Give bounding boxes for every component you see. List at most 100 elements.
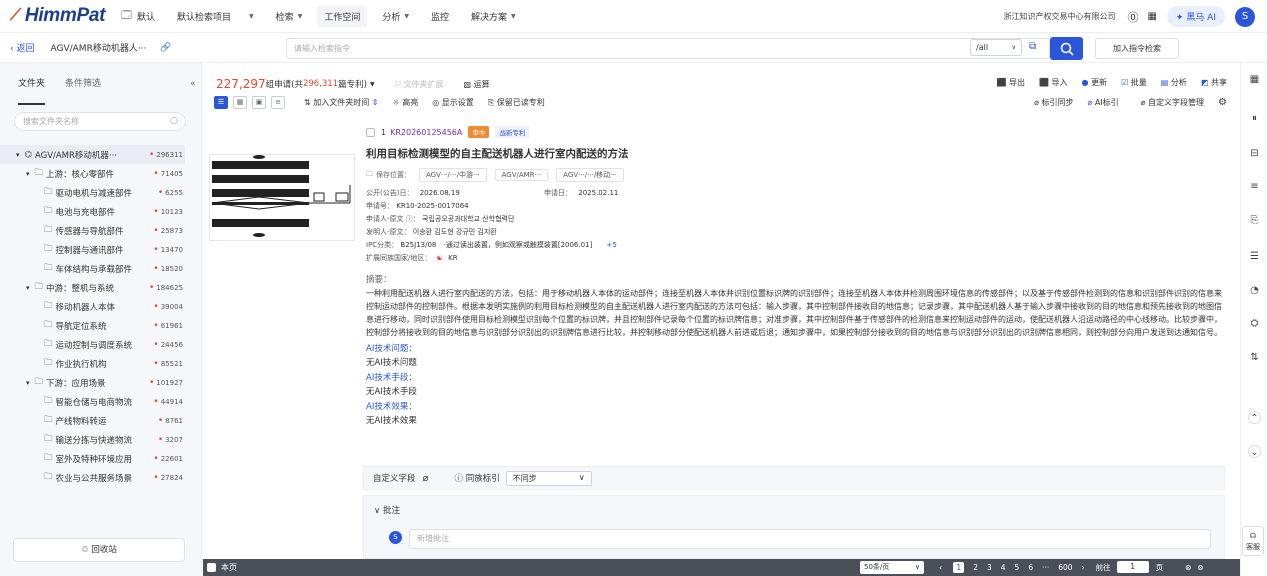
scope-select[interactable]: /all ∨ — [970, 39, 1022, 56]
keep-read-button[interactable]: ⎘ 保留已读专利 — [488, 97, 545, 108]
expand-caret-icon[interactable]: ▾ — [16, 151, 20, 159]
expand-caret-icon[interactable]: ▾ — [26, 170, 30, 178]
folder-node[interactable]: 🗀室外及特种环境应用 22601 — [0, 449, 201, 468]
page-2[interactable]: 2 — [973, 563, 978, 572]
tab-folders[interactable]: 文件夹 — [18, 63, 46, 105]
folder-node[interactable]: 🗀智能仓储与电商物流 44914 — [0, 392, 201, 411]
page-600[interactable]: 600 — [1058, 563, 1072, 572]
folder-node[interactable]: 🗀农业与公共服务场景 27824 — [0, 468, 201, 487]
help-icon[interactable]: ⓪ — [1127, 9, 1138, 25]
folder-node[interactable]: ▾ 🗀上游：核心零部件 71405 — [0, 164, 201, 183]
folder-node[interactable]: 🗀控制器与通讯部件 13470 — [0, 240, 201, 259]
edit-link-icon[interactable]: 🔗 — [160, 43, 171, 53]
scroll-top-icon[interactable]: ⊗ — [1185, 563, 1191, 572]
nav-search[interactable]: 检索 ▼ — [276, 10, 303, 23]
expand-caret-icon[interactable]: ▾ — [26, 379, 30, 387]
ipc-more-link[interactable]: +5 — [606, 241, 616, 249]
calc-button[interactable]: ▧ 运算 — [464, 79, 490, 90]
scroll-bottom-icon[interactable]: ⊗ — [1197, 563, 1203, 572]
lines-icon[interactable]: ☰ — [1248, 250, 1261, 263]
compact-view-button[interactable]: ≡ — [271, 96, 285, 109]
folder-node[interactable]: 🗀运动控制与调度系统 24456 — [0, 335, 201, 354]
sort-add-time[interactable]: ⇅ 加入文件夹时间 ⇕ — [304, 97, 379, 108]
nav-project[interactable]: 默认检索项目 ▼ — [177, 10, 254, 23]
list-icon[interactable]: ≡ — [1248, 180, 1261, 193]
recycle-bin-button[interactable]: ♲ 回收站 — [13, 538, 185, 562]
sync-select[interactable]: 不同步 ∨ — [505, 470, 592, 486]
scroll-down-icon[interactable]: ⌄ — [1248, 445, 1261, 458]
tab-filters[interactable]: 条件筛选 — [65, 63, 101, 105]
page-5[interactable]: 5 — [1015, 563, 1020, 572]
page-6[interactable]: 6 — [1028, 563, 1033, 572]
scroll-up-icon[interactable]: ⌃ — [1248, 411, 1261, 424]
nav-solutions[interactable]: 解决方案 ▼ — [471, 10, 516, 23]
export-button[interactable]: ⬛ 导出 — [997, 77, 1026, 88]
page-4[interactable]: 4 — [1001, 563, 1006, 572]
goto-page-input[interactable]: 1 — [1116, 561, 1149, 573]
tag-edit-icon[interactable]: ⌀ — [423, 473, 429, 484]
robot-icon[interactable]: ⛭ — [1248, 317, 1261, 330]
user-avatar[interactable]: S — [1235, 6, 1255, 27]
tag-sync-button[interactable]: ⌀ 标引同步 — [1034, 97, 1073, 108]
page-3[interactable]: 3 — [987, 563, 992, 572]
sort-icon[interactable]: ⇅ — [1248, 351, 1261, 364]
ai-assistant-button[interactable]: ✦ 黑马 AI — [1166, 6, 1225, 27]
save-location-2[interactable]: AGV/AMR··· — [494, 169, 549, 181]
nav-analysis[interactable]: 分析 ▼ — [382, 10, 409, 23]
grid-view-button[interactable]: ▦ — [233, 96, 247, 109]
folder-node[interactable]: 🗀输送分拣与快递物流 3207 — [0, 430, 201, 449]
apps-grid-icon[interactable]: ▦ — [1147, 11, 1156, 22]
prev-page-icon[interactable]: ‹ — [939, 563, 942, 572]
folder-expand-button[interactable]: ⤧ 文件夹扩展 — [395, 79, 444, 90]
per-page-select[interactable]: 50条/页 ∨ — [860, 561, 924, 574]
folder-node[interactable]: 🗀电池与充电部件 10123 — [0, 202, 201, 221]
record-checkbox[interactable] — [366, 127, 375, 137]
folder-node[interactable]: 🗀导航定位系统 61961 — [0, 316, 201, 335]
save-location-3[interactable]: AGV···/···/移动··· — [556, 168, 624, 182]
back-button[interactable]: ‹ 返回 — [10, 41, 34, 54]
select-page-checkbox[interactable] — [207, 563, 216, 572]
annotation-header[interactable]: ∨ 批注 — [374, 504, 1224, 516]
folder-node[interactable]: ▾ 🗀中游：整机与系统 184625 — [0, 278, 201, 297]
page-ellipsis[interactable]: ··· — [1042, 563, 1049, 572]
update-button[interactable]: ● 更新 — [1082, 77, 1108, 88]
highlight-button[interactable]: ☼ 高亮 — [393, 97, 419, 108]
publication-number[interactable]: KR20260125456A — [390, 128, 462, 137]
list-view-button[interactable]: ☰ — [214, 96, 228, 109]
pause-icon[interactable]: ⏸ — [1248, 112, 1261, 125]
pie-chart-icon[interactable]: ◔ — [1248, 284, 1261, 297]
settings-gear-icon[interactable]: ⚙ — [1218, 97, 1227, 108]
custom-field-button[interactable]: ⌀ 自定义字段管理 — [1141, 97, 1204, 108]
nav-default[interactable]: 🗔 默认 — [121, 8, 155, 25]
next-page-icon[interactable]: › — [1082, 563, 1085, 572]
folder-node[interactable]: 🗀驱动电机与减速部件 6255 — [0, 183, 201, 202]
collapse-sidebar-icon[interactable]: « — [190, 79, 196, 89]
nav-monitor[interactable]: 监控 — [431, 10, 449, 23]
folder-node[interactable]: ▾ ⌬AGV/AMR移动机器··· 296311 — [0, 145, 185, 164]
nav-workspace[interactable]: 工作空间 — [317, 5, 368, 27]
customer-service-button[interactable]: ☊ 客服 — [1242, 526, 1264, 556]
expand-caret-icon[interactable]: ▾ — [26, 284, 30, 292]
share-button[interactable]: ◩ 共享 — [1201, 77, 1227, 88]
ai-tag-button[interactable]: ⌀ AI标引 — [1087, 97, 1118, 108]
image-view-button[interactable]: ▣ — [252, 96, 266, 109]
display-settings-button[interactable]: ◎ 显示设置 — [432, 97, 474, 108]
patent-thumbnail[interactable] — [209, 154, 355, 241]
annotation-input[interactable]: 新增批注 — [409, 529, 1211, 549]
report-icon[interactable]: ⎘ — [1248, 214, 1261, 227]
folder-node[interactable]: 🗀产线物料转运 8761 — [0, 411, 201, 430]
chevron-down-icon[interactable]: ▼ — [370, 81, 375, 88]
add-command-search-button[interactable]: 加入指令检索 — [1095, 38, 1179, 59]
folder-node[interactable]: 🗀移动机器人本体 39004 — [0, 297, 201, 316]
logo[interactable]: ⟋ HimmPat — [10, 5, 105, 27]
command-search-input[interactable]: 请输入检索指令 — [286, 38, 1050, 59]
analysis-button[interactable]: ▤ 分析 — [1161, 77, 1187, 88]
folder-node[interactable]: ▾ 🗀下游：应用场景 101927 — [0, 373, 201, 392]
page-1[interactable]: 1 — [953, 561, 965, 573]
copy-icon[interactable]: ⧉ — [1029, 41, 1036, 52]
search-button[interactable] — [1050, 37, 1083, 60]
layout-icon[interactable]: ▦ — [1248, 73, 1261, 86]
batch-button[interactable]: ☑ 批量 — [1121, 77, 1147, 88]
folder-node[interactable]: 🗀传感器与导航部件 25873 — [0, 221, 201, 240]
folder-node[interactable]: 🗀作业执行机构 85521 — [0, 354, 201, 373]
